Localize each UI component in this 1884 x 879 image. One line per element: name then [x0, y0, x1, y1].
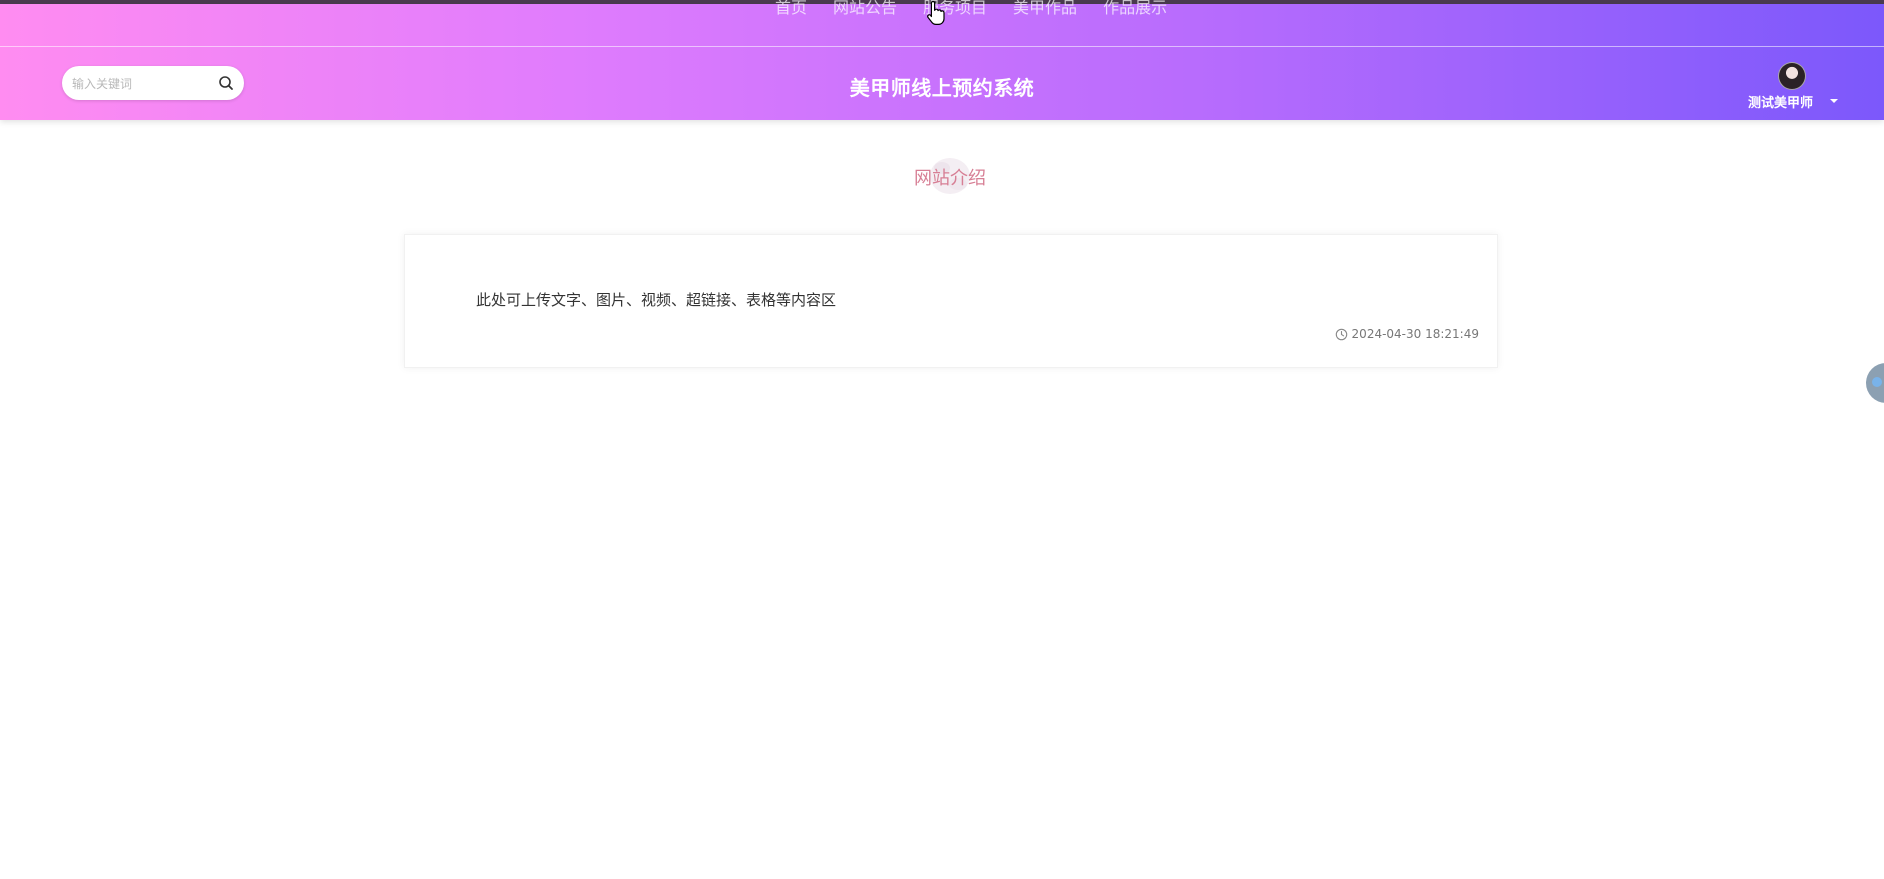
site-title: 美甲师线上预约系统 [849, 76, 1035, 100]
nav-item-works[interactable]: 美甲作品 [1013, 0, 1077, 18]
floating-button[interactable] [1866, 363, 1884, 403]
nav-item-home[interactable]: 首页 [775, 0, 807, 18]
content-text: 此处可上传文字、图片、视频、超链接、表格等内容区 [476, 291, 837, 309]
publish-time: 2024-04-30 18:21:49 [1335, 327, 1479, 341]
user-menu[interactable]: 测试美甲师 [1740, 62, 1850, 112]
nav-item-announcement[interactable]: 网站公告 [833, 0, 897, 18]
section-heading: 网站介绍 [892, 148, 1008, 204]
nav-item-showcase[interactable]: 作品展示 [1103, 0, 1167, 18]
floating-button-icon [1872, 377, 1882, 387]
timestamp: 2024-04-30 18:21:49 [1351, 327, 1479, 341]
username[interactable]: 测试美甲师 [1748, 92, 1813, 111]
caret-down-icon[interactable] [1830, 99, 1838, 103]
content-card: 此处可上传文字、图片、视频、超链接、表格等内容区 2024-04-30 18:2… [404, 234, 1498, 368]
hand-cursor-icon [927, 0, 945, 25]
nav-menu: 首页 网站公告 服务项目 美甲作品 作品展示 [775, 0, 1167, 18]
avatar[interactable] [1778, 62, 1806, 90]
section-title: 网站介绍 [914, 168, 986, 189]
clock-icon [1335, 328, 1347, 340]
